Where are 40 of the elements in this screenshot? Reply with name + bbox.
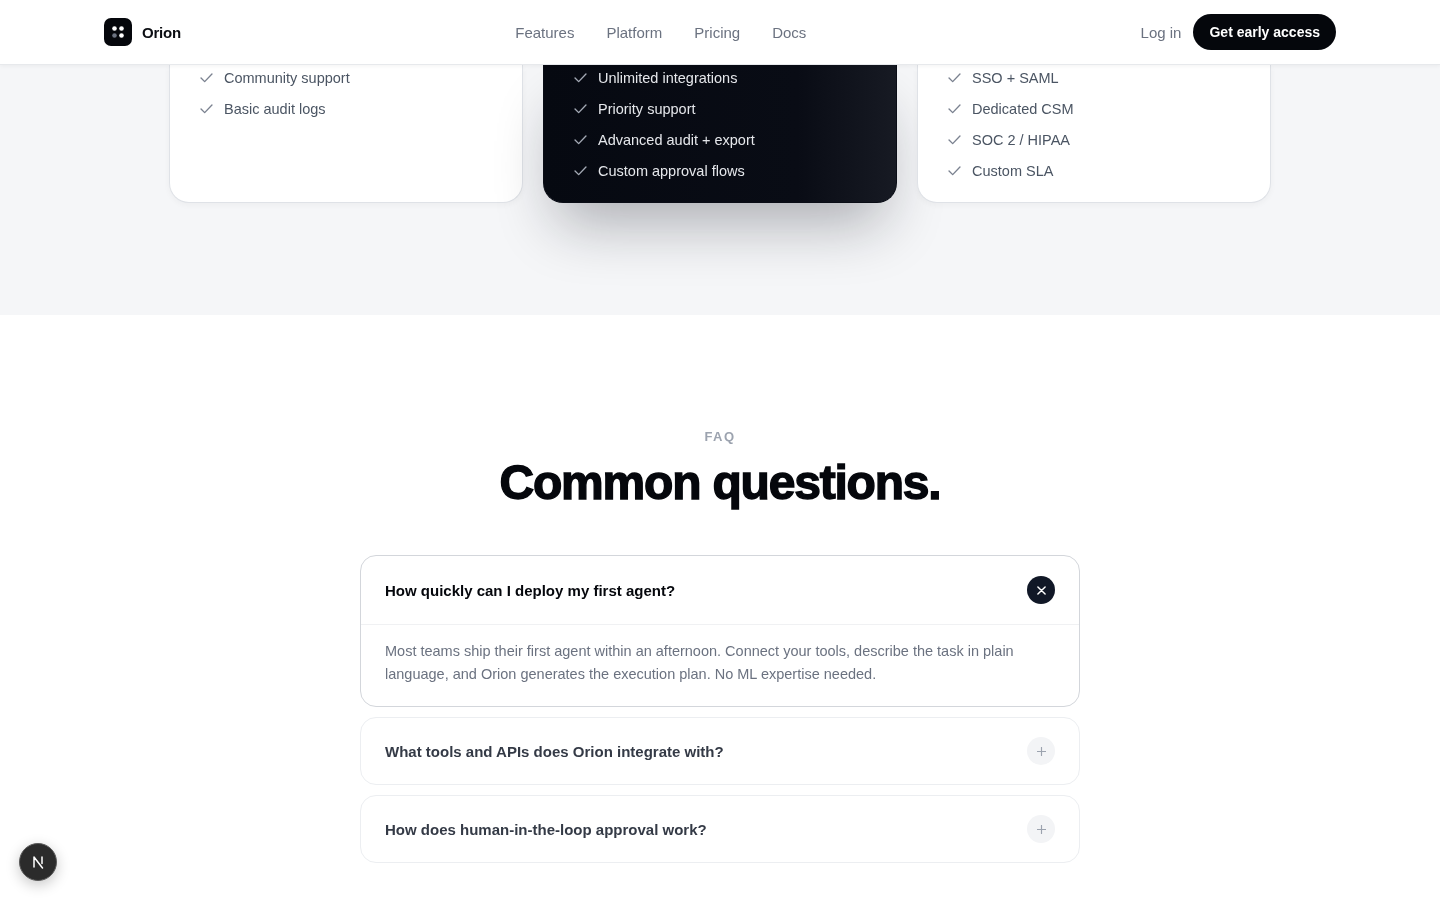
nav-link[interactable]: Features [515, 23, 575, 41]
section-eyebrow: FAQ [703, 428, 737, 446]
feature-text: SOC 2 / HIPAA [972, 131, 1071, 150]
check-icon [574, 104, 587, 114]
early-access-button[interactable]: Get early access [1193, 14, 1336, 50]
collapse-button[interactable] [1027, 576, 1055, 604]
check-icon [948, 73, 961, 83]
check-icon [574, 135, 587, 145]
check-icon [200, 73, 213, 83]
faq-question[interactable]: How does human-in-the-loop approval work? [385, 820, 707, 838]
check-icon [200, 104, 213, 114]
faq-answer: Most teams ship their first agent within an afternoon. Connect your tools, describe the task in plain language, and Orion generates the execution plan. No ML expertise needed. [361, 624, 1079, 706]
check-icon [574, 166, 587, 176]
faq-question[interactable]: How quickly can I deploy my first agent? [385, 581, 676, 599]
feature-text: Community support [224, 69, 350, 88]
nav-link[interactable]: Docs [772, 23, 807, 41]
check-icon [948, 135, 961, 145]
close-icon [1036, 585, 1046, 595]
feature-text: Unlimited integrations [598, 69, 738, 88]
n-logo-icon [31, 855, 45, 869]
plus-icon [1036, 746, 1046, 756]
logo-icon [104, 18, 132, 46]
check-icon [948, 166, 961, 176]
feature-text: Basic audit logs [224, 100, 326, 119]
brand-name: Orion [142, 23, 181, 41]
feature-text: Custom SLA [972, 162, 1054, 181]
floating-dev-button[interactable] [19, 843, 57, 881]
nav-link[interactable]: Pricing [694, 23, 741, 41]
faq-question[interactable]: What tools and APIs does Orion integrate with? [385, 742, 724, 760]
feature-text: SSO + SAML [972, 69, 1059, 88]
nav-link[interactable]: Platform [606, 23, 663, 41]
login-link[interactable]: Log in [1140, 23, 1182, 41]
feature-text: Dedicated CSM [972, 100, 1074, 119]
check-icon [948, 104, 961, 114]
plus-icon [1036, 824, 1046, 834]
feature-text: Custom approval flows [598, 162, 745, 181]
section-heading: Common questions. [498, 456, 942, 510]
feature-text: Advanced audit + export [598, 131, 755, 150]
check-icon [574, 73, 587, 83]
feature-text: Priority support [598, 100, 696, 119]
